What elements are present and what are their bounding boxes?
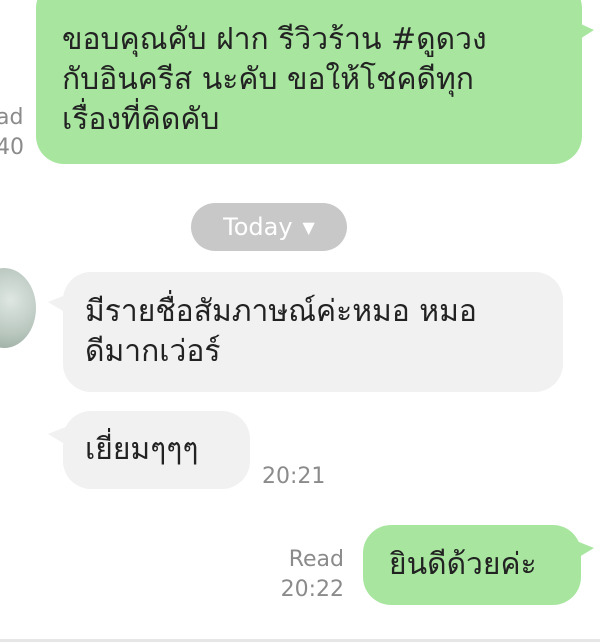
message-text: กับอินครีส นะคับ ขอให้โชคดีทุก [62, 62, 474, 97]
read-status: ad [0, 105, 24, 130]
incoming-message-bubble[interactable]: มีรายชื่อสัมภาษณ์ค่ะหมอ หมอ ดีมากเว่อร์ [63, 272, 563, 392]
message-meta: 20:21 [262, 462, 332, 492]
avatar[interactable] [0, 268, 36, 348]
bubble-tail [574, 540, 594, 560]
message-text: ยินดีด้วยค่ะ [389, 547, 537, 582]
message-text: เรื่องที่คิดคับ [62, 102, 220, 137]
chevron-down-icon: ▼ [302, 218, 315, 237]
outgoing-message-bubble[interactable]: ยินดีด้วยค่ะ [363, 525, 581, 605]
bubble-tail [48, 294, 68, 314]
message-time: 40 [0, 135, 24, 160]
message-text: เยี่ยมๆๆๆ [85, 432, 199, 467]
message-meta: Read 20:22 [270, 545, 344, 605]
read-status: Read [288, 547, 344, 572]
bubble-tail [572, 20, 594, 44]
incoming-message-bubble[interactable]: เยี่ยมๆๆๆ [63, 411, 250, 489]
message-time: 20:22 [280, 577, 344, 602]
outgoing-message-bubble[interactable]: ขอบคุณคับ ฝาก รีวิวร้าน #ดูดวง กับอินครี… [36, 0, 582, 164]
date-label: Today [223, 213, 293, 241]
message-time: 20:21 [262, 464, 326, 489]
message-text: มีรายชื่อสัมภาษณ์ค่ะหมอ หมอ [85, 294, 477, 329]
message-text: ขอบคุณคับ ฝาก รีวิวร้าน #ดูดวง [62, 22, 487, 57]
date-divider[interactable]: Today ▼ [191, 203, 347, 251]
message-text: ดีมากเว่อร์ [85, 334, 221, 369]
message-meta: ad 40 [0, 103, 24, 163]
bubble-tail [48, 426, 68, 446]
